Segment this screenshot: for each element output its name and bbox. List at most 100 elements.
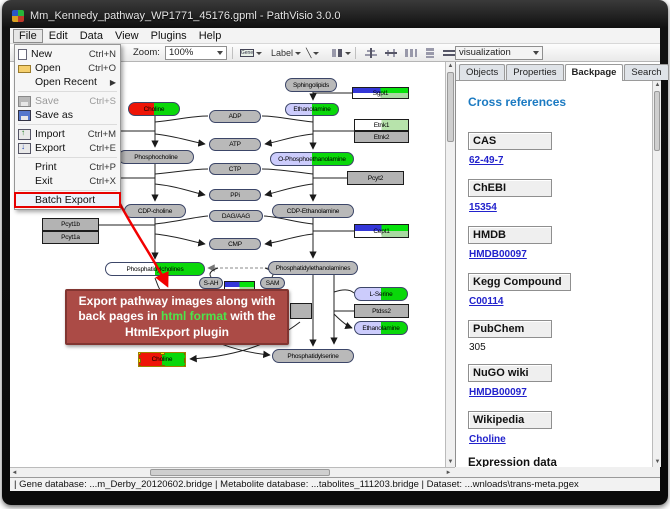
pathway-node-sam[interactable]: SAM [260,277,285,289]
pathway-node-label: CTP [229,166,241,173]
scrollbar-thumb[interactable] [654,91,660,151]
pathway-edge [265,234,313,244]
distribute-horizontal-button[interactable] [402,46,420,60]
zoom-combobox[interactable]: 100% [165,46,227,60]
pathway-node-sphingolipids[interactable]: Sphingolipids [285,78,337,92]
tab-objects[interactable]: Objects [459,64,505,80]
new-datanode-button[interactable]: Gene [237,46,265,60]
pathway-node-pcyt1a[interactable]: Pcyt1a [42,231,99,244]
xref-link[interactable]: HMDB00097 [469,249,527,260]
pathway-node-ptdss1[interactable] [290,303,312,319]
pathway-node-choline[interactable]: Choline [128,102,180,116]
pathway-node-adp[interactable]: ADP [209,110,261,123]
tab-search[interactable]: Search [624,64,668,80]
new-connector-button[interactable] [328,46,354,60]
panel-vertical-scrollbar[interactable]: ▲ ▼ [652,81,661,467]
menubar-item-plugins[interactable]: Plugins [145,29,193,43]
pathway-node-cdp-choline[interactable]: CDP-choline [124,204,186,218]
pathway-node-pcyt1b[interactable]: Pcyt1b [42,218,99,231]
selection-handle[interactable] [184,352,186,355]
file-menu-item-exit[interactable]: ExitCtrl+X [15,174,120,188]
pathway-node-l-serine[interactable]: L-Serine [354,287,408,301]
blank-icon [18,195,31,206]
pathway-node-sgpl1[interactable]: Sgpl1 [352,87,409,99]
pathway-node-pcyt2[interactable]: Pcyt2 [347,171,404,185]
menubar-item-view[interactable]: View [109,29,145,43]
pathway-node-ethanolamine-2[interactable]: Ethanolamine [354,321,408,335]
pathway-node-label: O-Phosphoethanolamine [278,156,346,163]
pathway-node-ethanolamine[interactable]: Ethanolamine [285,103,339,116]
pathway-node-atp[interactable]: ATP [209,138,261,151]
menubar-item-data[interactable]: Data [74,29,109,43]
menu-separator [18,124,117,125]
xref-link[interactable]: 15354 [469,202,497,213]
xref-link[interactable]: Choline [469,434,506,445]
menubar-item-help[interactable]: Help [193,29,228,43]
selection-handle[interactable] [184,358,186,363]
selection-handle[interactable] [138,352,141,355]
pathway-node-dag-aag[interactable]: DAG/AAG [209,210,263,222]
file-menu-item-new[interactable]: NewCtrl+N [15,47,120,61]
titlebar-drag-area[interactable]: Mm_Kennedy_pathway_WP1771_45176.gpml - P… [12,6,658,26]
file-menu-item-open[interactable]: OpenCtrl+O [15,61,120,75]
file-menu-item-export[interactable]: ExportCtrl+E [15,141,120,155]
pathway-node-cept1[interactable]: Cept1 [354,224,409,238]
shortcut-label: Ctrl+S [89,96,116,107]
new-line-button[interactable]: ╲ [303,46,322,60]
pathway-node-ptdss2[interactable]: Ptdss2 [354,304,409,318]
pathway-node-cmp[interactable]: CMP [209,238,261,250]
pathway-node-phosphatidylethanolamines[interactable]: Phosphatidylethanolamines [268,261,358,275]
pathway-node-etnk1[interactable]: Etnk1 [354,119,409,131]
tab-backpage[interactable]: Backpage [565,64,624,81]
file-menu-item-batch-export[interactable]: Batch Export [15,193,120,207]
selection-handle[interactable] [138,358,141,363]
xref-link[interactable]: HMDB00097 [469,387,527,398]
file-menu-item-save[interactable]: SaveCtrl+S [15,94,120,108]
file-menu-item-open-recent[interactable]: Open Recent▶ [15,75,120,89]
align-middle-button[interactable] [382,46,400,60]
distribute-vertical-button[interactable] [422,46,440,60]
selection-handle[interactable] [138,365,141,367]
selection-handle[interactable] [184,365,186,367]
xref-link[interactable]: C00114 [469,296,503,307]
xref-section-wikipedia: WikipediaCholine [468,410,646,447]
file-menu-item-import[interactable]: ImportCtrl+M [15,127,120,141]
xref-section-kegg-compound: Kegg CompoundC00114 [468,272,646,309]
chevron-down-icon [295,52,301,55]
pathway-node-phosphatidylserine[interactable]: Phosphatidylserine [272,349,354,363]
pathway-node-ppi[interactable]: PPi [209,189,261,201]
pathway-node-label: ADP [229,113,242,120]
menubar-item-file[interactable]: File [13,29,43,43]
pathway-node-phosphocholine[interactable]: Phosphocholine [118,150,194,164]
scrollbar-thumb[interactable] [150,469,330,476]
file-menu-item-save-as[interactable]: Save as [15,108,120,122]
xref-source-name: PubChem [468,320,552,338]
canvas-vertical-scrollbar[interactable]: ▲ ▼ [445,62,455,467]
selection-handle[interactable] [160,365,165,367]
align-center-button[interactable] [362,46,380,60]
visualization-combobox[interactable]: visualization [455,46,543,60]
pathway-node-label: Pcyt1b [61,221,80,228]
scroll-up-icon[interactable]: ▲ [446,62,455,71]
pathway-node-cdp-ethanolamine[interactable]: CDP-Ethanolamine [272,204,354,218]
scroll-down-icon[interactable]: ▼ [446,458,455,467]
menubar-item-edit[interactable]: Edit [43,29,74,43]
pathway-node-s-ah[interactable]: S-AH [199,277,223,289]
scrollbar-thumb[interactable] [447,72,454,142]
scroll-down-icon[interactable]: ▼ [653,458,662,467]
new-label-button[interactable]: Label [268,46,304,60]
pathway-node-choline-selected[interactable]: Choline [138,352,186,367]
pathway-node-etnk2[interactable]: Etnk2 [354,131,409,143]
pathway-node-label: Sgpl1 [373,90,389,97]
scroll-up-icon[interactable]: ▲ [653,81,662,90]
file-menu-item-print[interactable]: PrintCtrl+P [15,160,120,174]
file-menu-item-label: Open Recent [35,76,97,88]
blank-icon [18,176,31,187]
canvas-horizontal-scrollbar[interactable]: ◄ ► [10,467,455,477]
tab-properties[interactable]: Properties [506,64,563,80]
pathway-node-phosphatidylcholines[interactable]: Phosphatidylcholines [105,262,205,276]
selection-handle[interactable] [160,352,165,355]
pathway-node-ctp[interactable]: CTP [209,163,261,175]
xref-link[interactable]: 62-49-7 [469,155,503,166]
pathway-node-o-phosphoethanolamine[interactable]: O-Phosphoethanolamine [270,152,354,166]
